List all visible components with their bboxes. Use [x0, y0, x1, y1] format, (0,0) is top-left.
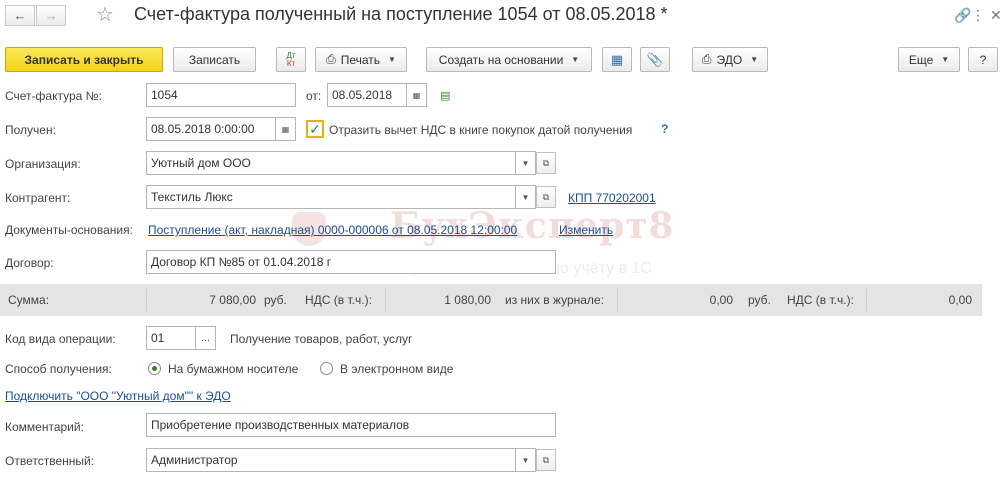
- sum-value: 7 080,00: [146, 289, 258, 311]
- journal-currency-label: руб.: [748, 293, 771, 307]
- received-calendar-button[interactable]: ▦: [276, 117, 296, 141]
- organization-field[interactable]: Уютный дом ООО: [146, 151, 516, 175]
- vat-value: 1 080,00: [385, 289, 493, 311]
- electronic-radio[interactable]: [320, 362, 333, 375]
- vat-deduction-label: Отразить вычет НДС в книге покупок датой…: [329, 123, 633, 137]
- received-label: Получен:: [5, 123, 56, 137]
- operation-code-description: Получение товаров, работ, услуг: [230, 332, 413, 346]
- back-button[interactable]: ←: [5, 5, 35, 26]
- responsible-open-button[interactable]: ⧉: [536, 449, 556, 471]
- contractor-field[interactable]: Текстиль Люкс: [146, 185, 516, 209]
- base-document-link[interactable]: Поступление (акт, накладная) 0000-000006…: [148, 223, 517, 237]
- structure-icon: ▦: [610, 51, 624, 67]
- comment-label: Комментарий:: [5, 420, 84, 434]
- close-icon[interactable]: ✕: [990, 7, 1002, 24]
- organization-label: Организация:: [5, 157, 81, 171]
- link-icon[interactable]: 🔗: [954, 7, 971, 24]
- contract-label: Договор:: [5, 256, 54, 270]
- structure-button[interactable]: ▦: [602, 47, 632, 72]
- calendar-button[interactable]: ▦: [407, 83, 427, 107]
- organization-dropdown-button[interactable]: ▼: [516, 151, 536, 175]
- change-link[interactable]: Изменить: [559, 223, 613, 237]
- invoice-no-label: Счет-фактура №:: [5, 89, 102, 103]
- arrow-left-icon: ←: [13, 8, 27, 23]
- paper-radio-label[interactable]: На бумажном носителе: [168, 362, 298, 376]
- dt-kt-icon: Дт Кт: [286, 50, 296, 68]
- calendar-icon: ▦: [412, 90, 421, 100]
- paper-radio[interactable]: [148, 362, 161, 375]
- journal-vat-label: НДС (в т.ч.):: [787, 293, 854, 307]
- contractor-open-button[interactable]: ⧉: [536, 186, 556, 208]
- checkmark-icon: ✓: [309, 120, 321, 137]
- help-button[interactable]: ?: [968, 47, 998, 72]
- menu-dots-icon[interactable]: ⋮: [971, 7, 985, 24]
- arrow-right-icon: →: [44, 8, 58, 23]
- received-date-field[interactable]: 08.05.2018 0:00:00: [146, 117, 276, 141]
- calendar-icon: ▦: [281, 124, 290, 134]
- chevron-down-icon: ▼: [388, 55, 396, 64]
- operation-code-select-button[interactable]: ...: [196, 326, 216, 350]
- responsible-label: Ответственный:: [5, 454, 95, 468]
- open-window-icon: ⧉: [542, 454, 550, 465]
- contractor-label: Контрагент:: [5, 191, 71, 205]
- open-window-icon: ⧉: [542, 157, 550, 168]
- vat-deduction-checkbox[interactable]: ✓: [306, 120, 324, 138]
- open-window-icon: ⧉: [542, 191, 550, 202]
- edo-button[interactable]: ⎙ ЭДО ▼: [692, 47, 768, 72]
- window-title: Счет-фактура полученный на поступление 1…: [134, 4, 668, 24]
- chevron-down-icon: ▼: [750, 55, 759, 64]
- operation-code-label: Код вида операции:: [5, 332, 116, 346]
- contractor-dropdown-button[interactable]: ▼: [516, 185, 536, 209]
- base-docs-label: Документы-основания:: [5, 223, 133, 237]
- chevron-down-icon: ▼: [521, 192, 530, 202]
- chevron-down-icon: ▼: [941, 55, 950, 64]
- printer-icon: ⎙: [326, 52, 336, 66]
- chevron-down-icon: ▼: [521, 158, 530, 168]
- save-button[interactable]: Записать: [173, 47, 256, 72]
- contract-field[interactable]: Договор КП №85 от 01.04.2018 г: [146, 250, 556, 274]
- receiving-method-label: Способ получения:: [5, 362, 112, 376]
- paperclip-icon: 📎: [646, 51, 664, 67]
- invoice-no-field[interactable]: 1054: [146, 83, 296, 107]
- journal-value: 0,00: [617, 289, 735, 311]
- printer-icon: ⎙: [701, 52, 712, 66]
- create-based-on-button[interactable]: Создать на основании ▼: [426, 47, 592, 72]
- comment-field[interactable]: Приобретение производственных материалов: [146, 413, 556, 437]
- operation-code-field[interactable]: 01: [146, 326, 196, 350]
- journal-label: из них в журнале:: [505, 293, 604, 307]
- forward-button[interactable]: →: [36, 5, 66, 26]
- responsible-field[interactable]: Администратор: [146, 448, 516, 472]
- chevron-down-icon: ▼: [571, 55, 580, 64]
- responsible-dropdown-button[interactable]: ▼: [516, 448, 536, 472]
- electronic-radio-label[interactable]: В электронном виде: [340, 362, 453, 376]
- sum-label: Сумма:: [8, 293, 50, 307]
- from-label: от:: [306, 89, 322, 103]
- save-and-close-button[interactable]: Записать и закрыть: [5, 47, 163, 72]
- invoice-date-field[interactable]: 08.05.2018: [327, 83, 407, 107]
- more-button[interactable]: Еще ▼: [898, 47, 960, 72]
- currency-label: руб.: [264, 293, 287, 307]
- organization-open-button[interactable]: ⧉: [536, 152, 556, 174]
- dt-kt-button[interactable]: Дт Кт: [276, 47, 306, 72]
- print-button[interactable]: ⎙ Печать ▼: [315, 47, 407, 72]
- favorite-star-icon[interactable]: ☆: [96, 2, 114, 27]
- chevron-down-icon: ▼: [521, 455, 530, 465]
- kpp-link[interactable]: КПП 770202001: [568, 191, 656, 205]
- connect-edo-link[interactable]: Подключить "ООО "Уютный дом"" к ЭДО: [5, 389, 231, 403]
- attach-button[interactable]: 📎: [640, 47, 670, 72]
- journal-vat-value: 0,00: [866, 289, 974, 311]
- ellipsis-icon: ...: [200, 332, 211, 344]
- document-status-icon[interactable]: ▤: [440, 89, 450, 102]
- vat-label: НДС (в т.ч.):: [305, 293, 372, 307]
- help-question-icon[interactable]: ?: [661, 122, 668, 136]
